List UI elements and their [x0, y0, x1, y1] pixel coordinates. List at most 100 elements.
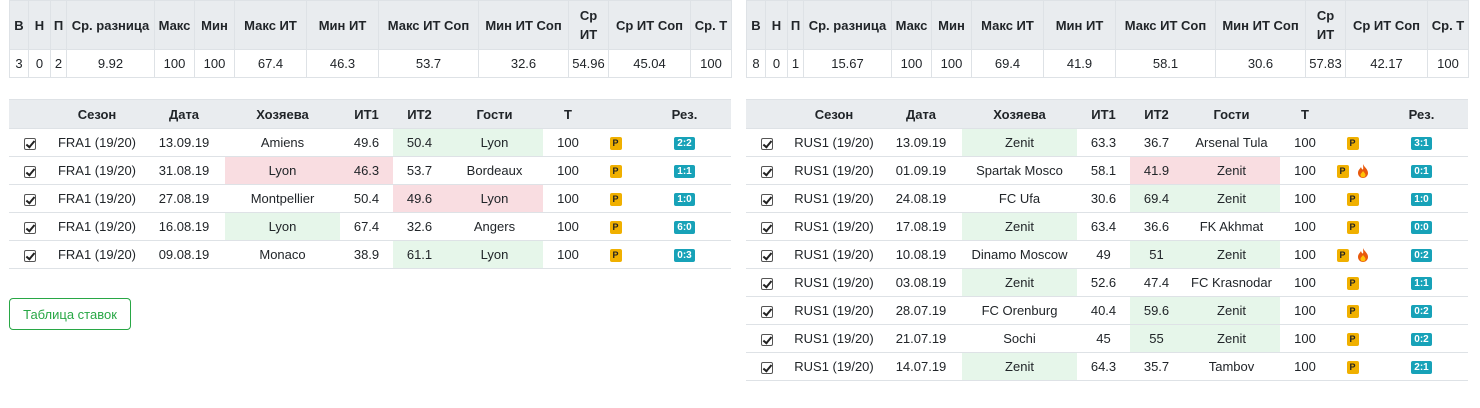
- p-badge-icon[interactable]: P: [1346, 193, 1359, 207]
- score-badge[interactable]: 0:2: [1411, 305, 1432, 319]
- stat-value: 42.17: [1345, 49, 1428, 78]
- it1-cell: 46.3: [340, 156, 393, 185]
- p-badge-icon[interactable]: P: [609, 249, 622, 263]
- it1-cell: 63.4: [1077, 212, 1130, 241]
- it1-cell: 30.6: [1077, 184, 1130, 213]
- matches-table: Сезон Дата Хозяева ИТ1 ИТ2 Гости Т Рез. RUS1 (1…: [746, 99, 1468, 381]
- home-team-cell: Lyon: [225, 156, 340, 185]
- p-badge-icon[interactable]: P: [609, 193, 622, 207]
- flags-cell: P: [1330, 212, 1375, 241]
- result-cell: 6:0: [638, 212, 731, 241]
- p-badge-icon[interactable]: P: [609, 165, 622, 179]
- it2-cell: 36.6: [1130, 212, 1183, 241]
- flags-cell: P: [1330, 352, 1375, 381]
- flags-cell: P: [593, 184, 638, 213]
- checkbox-checked-icon[interactable]: [761, 193, 773, 206]
- stat-header: Мин ИТ Соп: [1215, 0, 1306, 50]
- p-badge-icon[interactable]: P: [1346, 361, 1359, 375]
- total-cell: 100: [1280, 156, 1330, 185]
- score-badge[interactable]: 0:0: [1411, 221, 1432, 235]
- p-badge-icon[interactable]: P: [1346, 221, 1359, 235]
- total-cell: 100: [1280, 352, 1330, 381]
- checkbox-checked-icon[interactable]: [761, 333, 773, 346]
- score-badge[interactable]: 1:0: [674, 193, 695, 207]
- match-header: [1330, 99, 1375, 129]
- match-header: Дата: [143, 99, 225, 129]
- total-cell: 100: [543, 184, 593, 213]
- match-header: [9, 99, 51, 129]
- it1-cell: 40.4: [1077, 296, 1130, 325]
- checkbox-checked-icon[interactable]: [761, 249, 773, 262]
- checkbox-checked-icon[interactable]: [761, 277, 773, 290]
- it1-cell: 64.3: [1077, 352, 1130, 381]
- score-badge[interactable]: 2:1: [1411, 361, 1432, 375]
- p-badge-icon[interactable]: P: [609, 221, 622, 235]
- flags-cell: P: [1330, 324, 1375, 353]
- stat-value: 15.67: [803, 49, 892, 78]
- summary-header-row: В Н П Ср. разница Макс Мин Макс ИТ Мин ИТ Макс И…: [746, 0, 1469, 50]
- p-badge-icon[interactable]: P: [1336, 248, 1349, 262]
- stat-header: Ср ИТ: [1305, 0, 1346, 50]
- score-badge[interactable]: 0:2: [1411, 333, 1432, 347]
- p-badge-icon[interactable]: P: [609, 137, 622, 151]
- home-team-cell: Amiens: [225, 128, 340, 157]
- home-team-cell: Zenit: [962, 268, 1077, 297]
- stat-header: Ср. разница: [803, 0, 892, 50]
- away-team-cell: Zenit: [1183, 324, 1280, 353]
- score-badge[interactable]: 6:0: [674, 221, 695, 235]
- match-header: ИТ2: [393, 99, 446, 129]
- season-cell: RUS1 (19/20): [788, 156, 880, 185]
- checkbox-checked-icon[interactable]: [24, 137, 36, 150]
- p-badge-icon[interactable]: P: [1346, 137, 1359, 151]
- score-badge[interactable]: 0:3: [674, 249, 695, 263]
- p-badge-icon[interactable]: P: [1336, 164, 1349, 178]
- away-team-cell: Arsenal Tula: [1183, 128, 1280, 157]
- table-row: RUS1 (19/20) 13.09.19 Zenit 63.3 36.7 Arsenal…: [746, 128, 1468, 157]
- away-team-cell: Lyon: [446, 184, 543, 213]
- p-badge-icon[interactable]: P: [1346, 333, 1359, 347]
- score-badge[interactable]: 0:1: [1411, 165, 1432, 179]
- stat-value: 54.96: [568, 49, 609, 78]
- away-team-cell: FC Krasnodar: [1183, 268, 1280, 297]
- bets-table-button[interactable]: Таблица ставок: [9, 298, 131, 330]
- result-cell: 1:0: [638, 184, 731, 213]
- score-badge[interactable]: 3:1: [1411, 137, 1432, 151]
- total-cell: 100: [543, 156, 593, 185]
- table-row: FRA1 (19/20) 31.08.19 Lyon 46.3 53.7 Bordeaux…: [9, 156, 731, 185]
- it2-cell: 41.9: [1130, 156, 1183, 185]
- summary-stats-table: В Н П Ср. разница Макс Мин Макс ИТ Мин ИТ Макс И…: [9, 0, 732, 78]
- p-badge-icon[interactable]: P: [1346, 277, 1359, 291]
- total-cell: 100: [543, 240, 593, 269]
- checkbox-checked-icon[interactable]: [24, 249, 36, 262]
- score-badge[interactable]: 1:1: [674, 165, 695, 179]
- matches-body: RUS1 (19/20) 13.09.19 Zenit 63.3 36.7 Arsenal…: [746, 128, 1468, 381]
- select-cell: [746, 296, 788, 325]
- table-row: FRA1 (19/20) 27.08.19 Montpellier 50.4 49.6 L…: [9, 184, 731, 213]
- stat-header: Ср ИТ Соп: [1345, 0, 1428, 50]
- matches-header-row: Сезон Дата Хозяева ИТ1 ИТ2 Гости Т Рез.: [9, 99, 731, 129]
- checkbox-checked-icon[interactable]: [761, 165, 773, 178]
- p-badge-icon[interactable]: P: [1346, 305, 1359, 319]
- checkbox-checked-icon[interactable]: [24, 193, 36, 206]
- away-team-cell: Angers: [446, 212, 543, 241]
- checkbox-checked-icon[interactable]: [761, 137, 773, 150]
- checkbox-checked-icon[interactable]: [761, 361, 773, 374]
- away-team-cell: Lyon: [446, 240, 543, 269]
- score-badge[interactable]: 1:0: [1411, 193, 1432, 207]
- score-badge[interactable]: 2:2: [674, 137, 695, 151]
- it1-cell: 45: [1077, 324, 1130, 353]
- it1-cell: 49.6: [340, 128, 393, 157]
- result-cell: 0:2: [1375, 324, 1468, 353]
- checkbox-checked-icon[interactable]: [761, 221, 773, 234]
- stat-value: 100: [194, 49, 235, 78]
- checkbox-checked-icon[interactable]: [24, 165, 36, 178]
- stat-value: 100: [1427, 49, 1469, 78]
- result-cell: 2:2: [638, 128, 731, 157]
- checkbox-checked-icon[interactable]: [24, 221, 36, 234]
- stat-value: 45.04: [608, 49, 691, 78]
- score-badge[interactable]: 0:2: [1411, 249, 1432, 263]
- checkbox-checked-icon[interactable]: [761, 305, 773, 318]
- table-row: FRA1 (19/20) 16.08.19 Lyon 67.4 32.6 Angers 10…: [9, 212, 731, 241]
- score-badge[interactable]: 1:1: [1411, 277, 1432, 291]
- home-team-cell: Zenit: [962, 128, 1077, 157]
